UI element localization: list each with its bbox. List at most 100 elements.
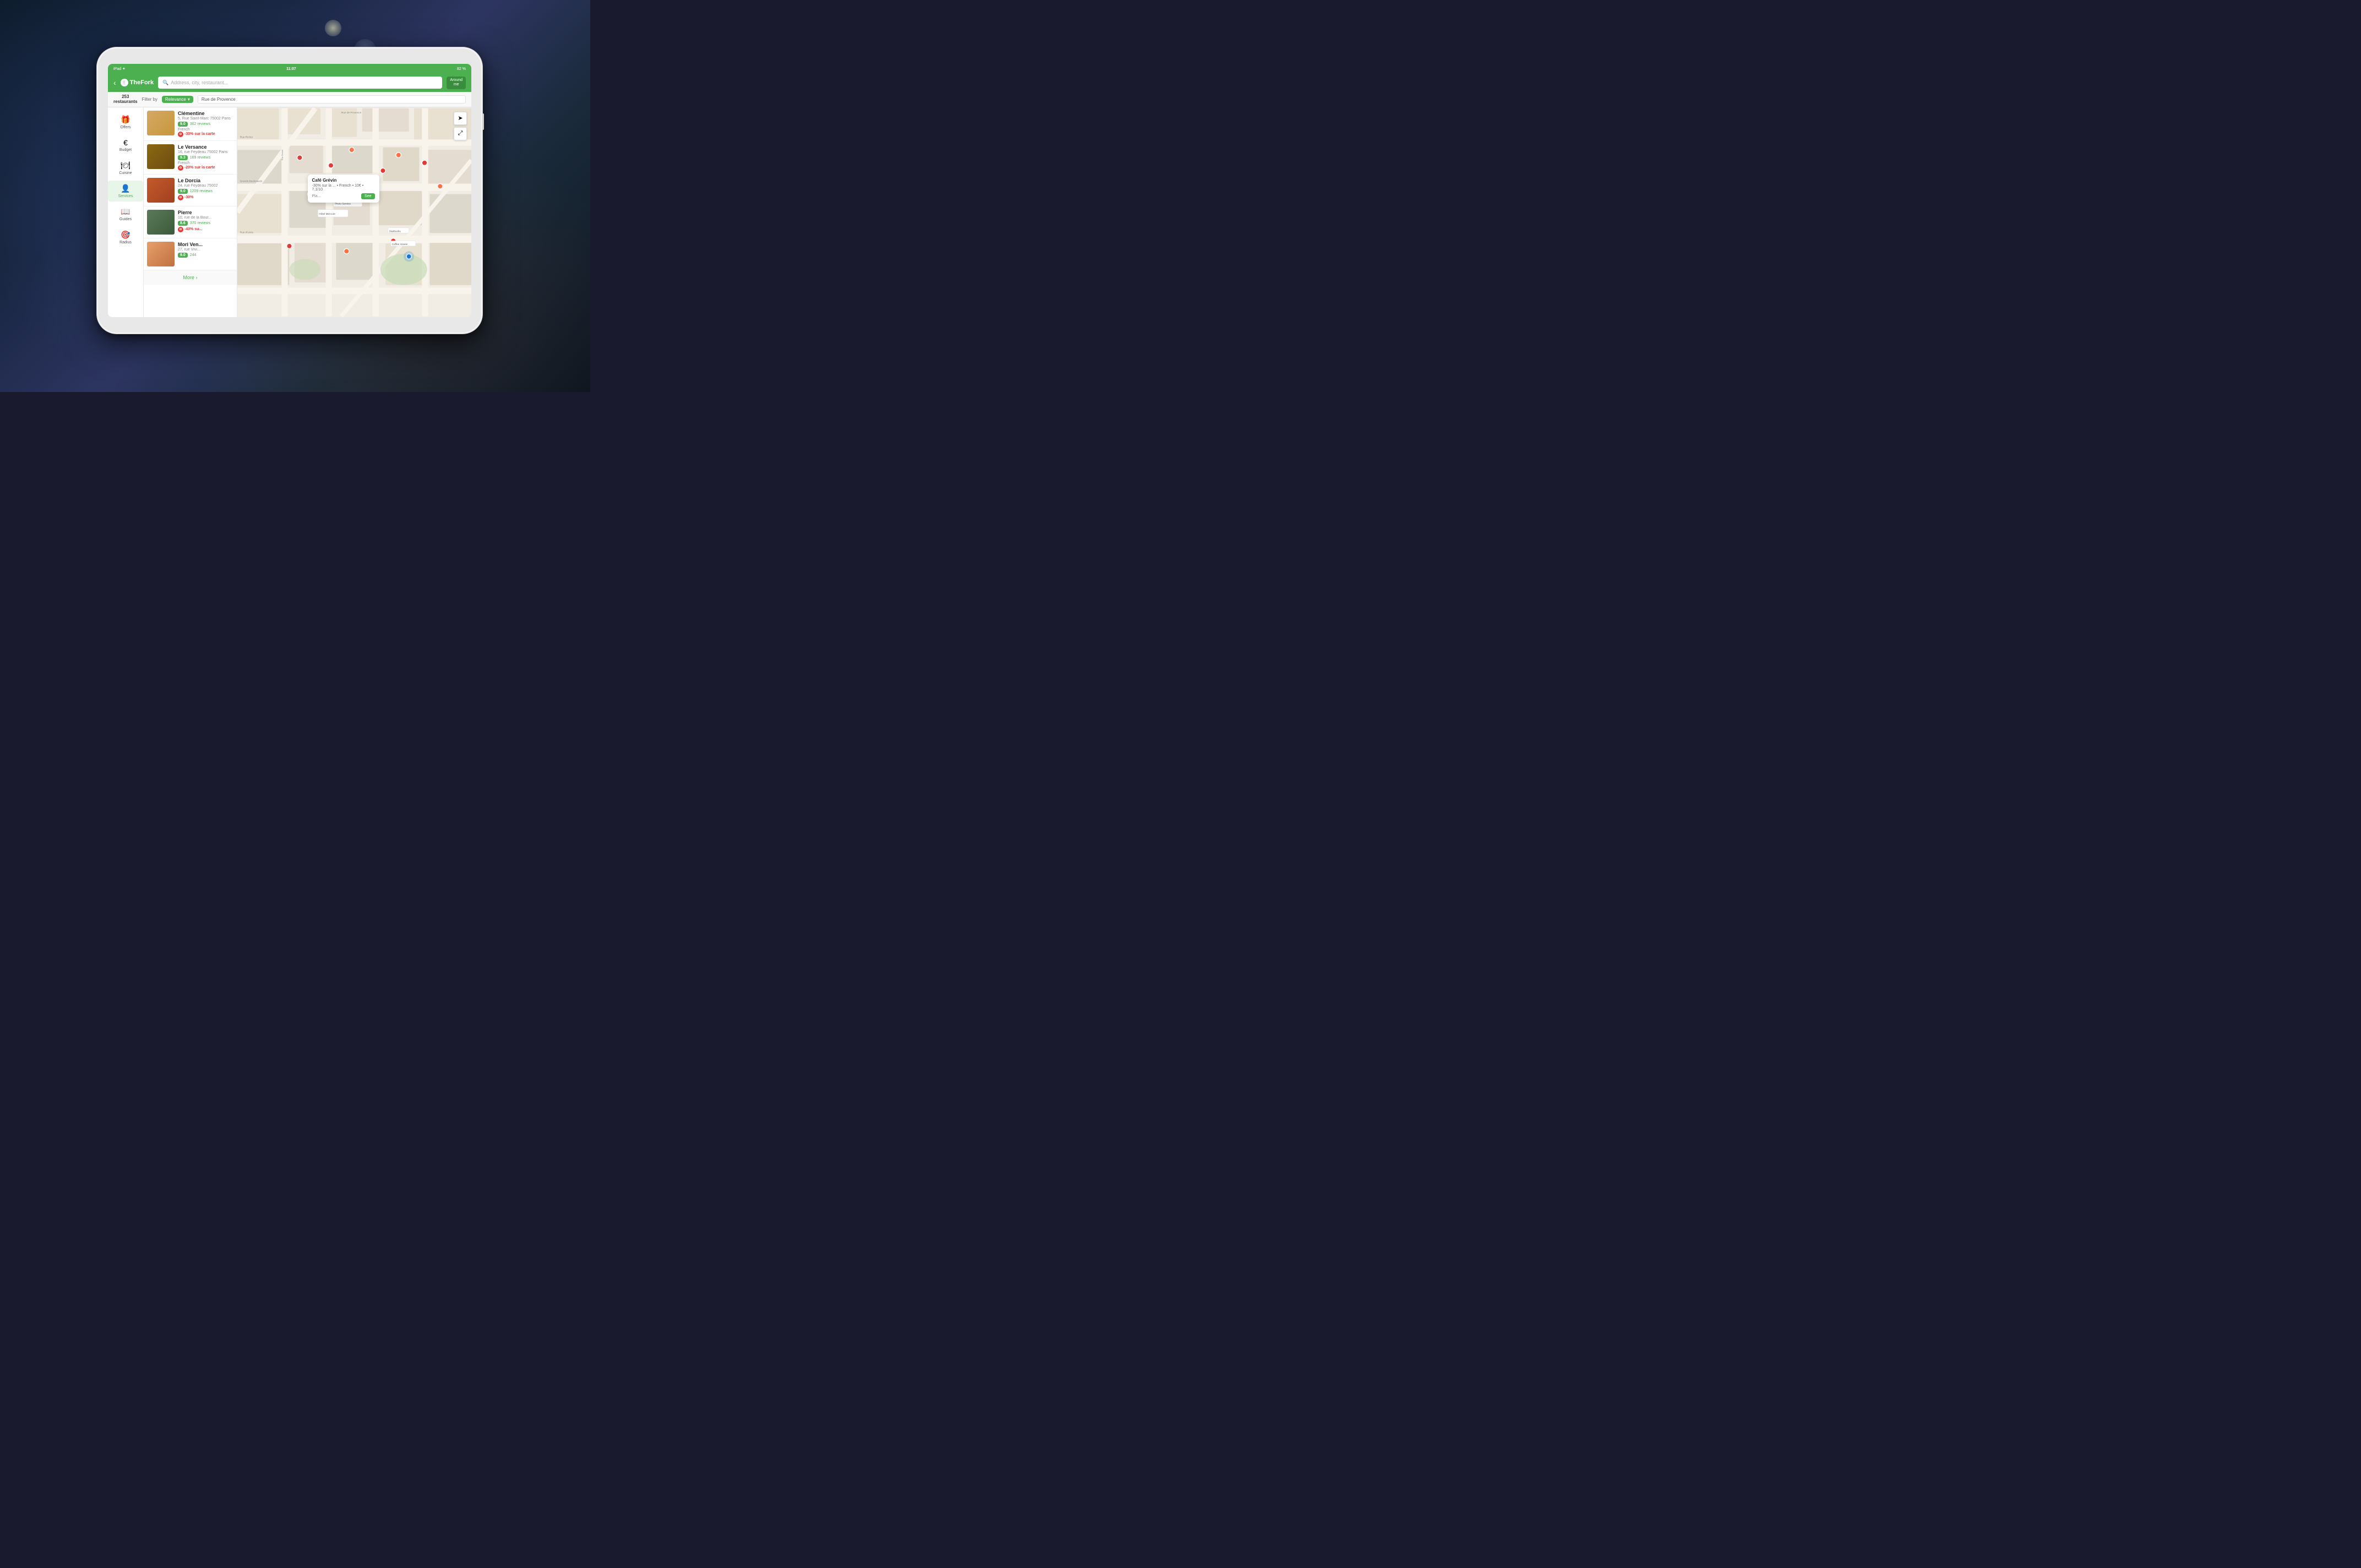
map-controls: ➤ ⤢ [454,112,467,140]
rating-badge: 9.0 [178,122,188,127]
back-button[interactable]: ‹ [113,78,116,87]
radius-label: Radius [119,241,132,244]
map-svg: Rue Richer Rue de Provence Grands Boulev… [237,107,471,317]
svg-text:Rue Richer: Rue Richer [240,135,253,139]
discount-badge: ⊖ -20% sur la carte [178,165,233,171]
restaurant-meta: 9.0 362 reviews [178,122,233,127]
sidebar-item-services[interactable]: 👤 Services [108,181,143,202]
restaurant-image-mori [147,242,175,266]
locate-button[interactable]: ➤ [454,112,467,125]
offers-label: Offers [121,126,131,129]
svg-text:Rue Drouot: Rue Drouot [281,149,284,160]
rating-badge: 9.3 [178,155,188,160]
status-bar-time: 11:07 [286,67,296,71]
cuisine-icon: 🍽 [121,161,130,170]
main-content: 🎁 Offers € Budget 🍽 Cuisine 👤 Services [108,107,471,317]
restaurant-name: Le Versance [178,144,233,150]
restaurant-name: Clémentine [178,111,233,116]
popup-title: Café Grévin [312,178,375,183]
discount-badge: ⊖ -30% [178,195,233,200]
restaurant-name: Mori Ven... [178,242,233,247]
radius-icon: 🎯 [121,230,130,239]
guides-label: Guides [119,217,132,221]
restaurant-address: 16, rue Feydeau 75002 Paris [178,150,233,154]
restaurant-address: 10, rue de la Bour... [178,216,233,220]
map-popup: Café Grévin -30% sur la ... • French • 1… [308,175,379,203]
restaurant-image-pierre [147,210,175,235]
popup-actions: Pla... See [312,193,375,199]
tablet-wrapper: iPad ✦ 11:07 82 % ‹ TheFork 🔍 Address, c… [97,47,493,345]
sidebar-item-offers[interactable]: 🎁 Offers [108,112,143,133]
restaurant-type: French [178,128,233,132]
search-placeholder-text: Address, city, restaurant... [171,80,228,85]
map-area[interactable]: Rue Richer Rue de Provence Grands Boulev… [237,107,471,317]
sidebar-item-budget[interactable]: € Budget [108,135,143,155]
logo-icon [121,79,128,86]
restaurant-card-pierre[interactable]: Pierre 10, rue de la Bour... 8.6 370 rev… [144,206,237,238]
restaurant-image-versance [147,144,175,169]
svg-text:Coffee House: Coffee House [392,243,408,246]
restaurant-meta: 8.6 370 reviews [178,221,233,226]
around-me-button[interactable]: Around me [447,77,466,89]
restaurant-info-dorcia: Le Dorcia 24, rue Feydeau 75002 9.0 1209… [178,178,233,203]
restaurant-address: 27, rue Vivi... [178,248,233,252]
logo-text: TheFork [130,79,154,86]
restaurant-address: 5, Rue Saint-Marc 75002 Paris [178,117,233,121]
discount-icon: ⊖ [178,195,183,200]
sidebar-item-guides[interactable]: 📖 Guides [108,204,143,225]
restaurant-image-dorcia [147,178,175,203]
restaurant-name: Le Dorcia [178,178,233,183]
status-bar-left: iPad ✦ [113,67,126,71]
reviews-text: 1209 reviews [190,189,213,193]
relevance-dropdown[interactable]: Relevance ▾ [162,96,193,103]
svg-text:Rue d'Uzès: Rue d'Uzès [240,231,254,234]
restaurant-name: Pierre [178,210,233,215]
svg-text:Hôtel Mercure: Hôtel Mercure [319,213,335,216]
carrier-text: iPad ✦ [113,67,126,71]
services-icon: 👤 [121,184,130,193]
restaurant-meta: 9.0 244 [178,253,233,258]
app-logo: TheFork [121,79,154,86]
restaurant-card-versance[interactable]: Le Versance 16, rue Feydeau 75002 Paris … [144,141,237,175]
battery-text: 82 % [457,67,466,71]
popup-details: -30% sur la ... • French • 10€ • 7.1/10 [312,184,375,192]
rating-badge: 9.0 [178,189,188,194]
reviews-text: 244 [190,253,197,257]
restaurant-card-dorcia[interactable]: Le Dorcia 24, rue Feydeau 75002 9.0 1209… [144,175,237,206]
discount-badge: ⊖ -30% sur la carte [178,132,233,137]
restaurant-address: 24, rue Feydeau 75002 [178,184,233,188]
popup-extra: Pla... [312,194,321,198]
app-header: ‹ TheFork 🔍 Address, city, restaurant...… [108,74,471,92]
restaurant-info-pierre: Pierre 10, rue de la Bour... 8.6 370 rev… [178,210,233,235]
guides-icon: 📖 [121,207,130,216]
popup-see-button[interactable]: See [361,193,374,199]
sidebar-item-radius[interactable]: 🎯 Radius [108,227,143,248]
restaurant-card-clementine[interactable]: Clémentine 5, Rue Saint-Marc 75002 Paris… [144,107,237,141]
rating-badge: 8.6 [178,221,188,226]
restaurant-info-versance: Le Versance 16, rue Feydeau 75002 Paris … [178,144,233,171]
search-bar[interactable]: 🔍 Address, city, restaurant... [158,77,442,89]
expand-button[interactable]: ⤢ [454,127,467,140]
app-screen: iPad ✦ 11:07 82 % ‹ TheFork 🔍 Address, c… [108,64,471,317]
tablet-device: iPad ✦ 11:07 82 % ‹ TheFork 🔍 Address, c… [97,47,482,334]
sidebar-item-cuisine[interactable]: 🍽 Cuisine [108,157,143,178]
budget-icon: € [123,138,128,147]
restaurant-info-mori: Mori Ven... 27, rue Vivi... 9.0 244 [178,242,233,266]
status-bar-right: 82 % [457,67,466,71]
more-button[interactable]: More › [144,270,237,285]
discount-icon: ⊖ [178,165,183,171]
discount-icon: ⊖ [178,227,183,232]
filter-bar: 253 restaurants Filter by Relevance ▾ Ru… [108,92,471,107]
restaurant-card-mori[interactable]: Mori Ven... 27, rue Vivi... 9.0 244 [144,238,237,270]
reviews-text: 370 reviews [190,221,210,225]
tablet-side-button [482,113,484,130]
restaurant-meta: 9.0 1209 reviews [178,189,233,194]
restaurant-list: Clémentine 5, Rue Saint-Marc 75002 Paris… [144,107,237,317]
restaurant-type: French [178,161,233,165]
address-input[interactable]: Rue de Provence [198,95,466,104]
sidebar-navigation: 🎁 Offers € Budget 🍽 Cuisine 👤 Services [108,107,144,317]
svg-text:Grands Boulevards: Grands Boulevards [240,180,263,183]
budget-label: Budget [119,148,132,152]
map-background: Rue Richer Rue de Provence Grands Boulev… [237,107,471,317]
rating-badge: 9.0 [178,253,188,258]
